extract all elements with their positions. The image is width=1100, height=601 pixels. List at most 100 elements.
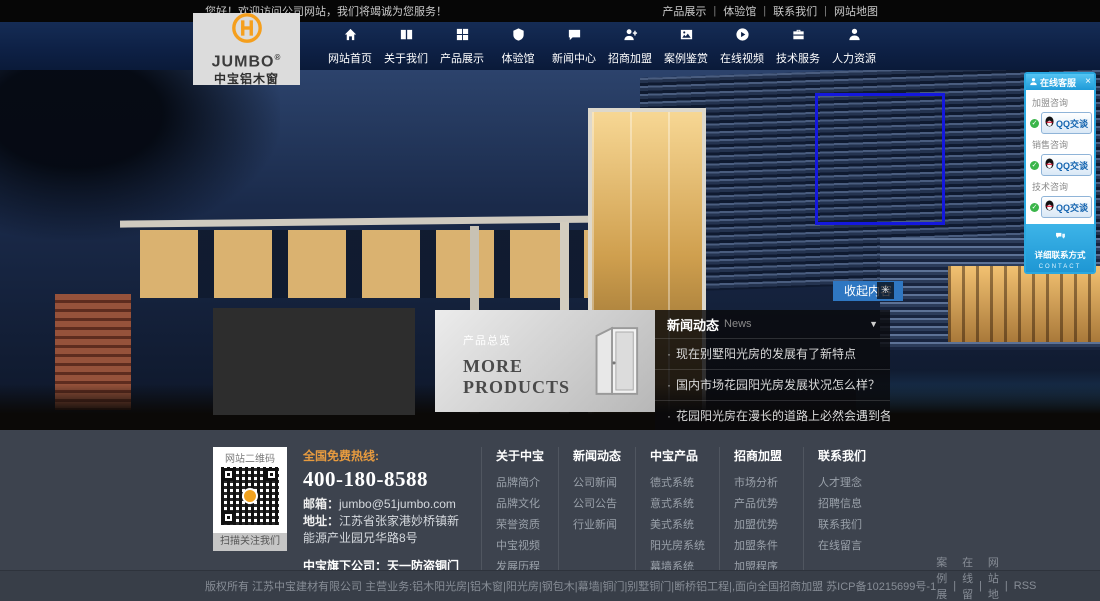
play-icon xyxy=(735,27,750,47)
footer-link[interactable]: 人才理念 xyxy=(818,473,866,494)
logo-reg: ® xyxy=(274,53,281,62)
footer-link[interactable]: 加盟条件 xyxy=(734,536,789,557)
main-nav: 网站首页 关于我们 产品展示 体验馆 新闻中心 招商加盟 xyxy=(0,22,1100,70)
footer-column-join: 招商加盟 市场分析 产品优势 加盟优势 加盟条件 加盟程序 加盟留言 申请表下载 xyxy=(719,447,803,570)
logo-brand: JUMBO® xyxy=(212,50,282,69)
briefcase-icon xyxy=(791,27,806,47)
nav-item-home[interactable]: 网站首页 xyxy=(322,22,378,70)
nav-item-about[interactable]: 关于我们 xyxy=(378,22,434,70)
service-person-icon xyxy=(1029,73,1038,91)
qq-chat-button[interactable]: QQ交谈 xyxy=(1041,112,1092,134)
nav-item-experience[interactable]: 体验馆 xyxy=(490,22,546,70)
online-status-icon: ✓ xyxy=(1030,119,1039,128)
news-item[interactable]: ·花园阳光房在漫长的道路上必然会遇到各种挑战 xyxy=(655,400,890,430)
news-item[interactable]: ·现在别墅阳光房的发展有了新特点 xyxy=(655,338,890,369)
bottom-link-rss[interactable]: RSS xyxy=(1014,580,1037,592)
nav-item-join[interactable]: 招商加盟 xyxy=(602,22,658,70)
footer-link[interactable]: 品牌简介 xyxy=(496,473,544,494)
footer-link[interactable]: 意式系统 xyxy=(650,494,705,515)
nav-item-tech[interactable]: 技术服务 xyxy=(770,22,826,70)
bullet: · xyxy=(667,347,671,361)
nav-label: 产品展示 xyxy=(440,50,484,66)
footer-link[interactable]: 市场分析 xyxy=(734,473,789,494)
footer-link[interactable]: 品牌文化 xyxy=(496,494,544,515)
footer-column-about: 关于中宝 品牌简介 品牌文化 荣誉资质 中宝视频 发展历程 品牌形象 xyxy=(481,447,558,570)
nav-label: 案例鉴赏 xyxy=(664,50,708,66)
footer-link[interactable]: 中宝视频 xyxy=(496,536,544,557)
gear-icon[interactable]: ✳ xyxy=(877,282,894,299)
footer-link[interactable]: 加盟优势 xyxy=(734,515,789,536)
hero-balcony xyxy=(948,266,1100,342)
qr-logo-icon xyxy=(242,488,258,504)
nav-label: 人力资源 xyxy=(832,50,876,66)
top-link-experience[interactable]: 体验馆 xyxy=(723,3,756,19)
footer-link[interactable]: 招聘信息 xyxy=(818,494,866,515)
service-group-label: 加盟咨询 xyxy=(1032,96,1090,109)
contact-caption: CONTACT xyxy=(1028,264,1092,270)
online-service-panel: 在线客服 × 加盟咨询 ✓ QQ交谈 销售咨询 ✓ xyxy=(1024,72,1096,274)
nav-item-video[interactable]: 在线视频 xyxy=(714,22,770,70)
window-illustration-icon xyxy=(583,322,641,405)
footer-link[interactable]: 公司公告 xyxy=(573,494,621,515)
service-group: 加盟咨询 ✓ QQ交谈 xyxy=(1030,96,1090,134)
qq-chat-button[interactable]: QQ交谈 xyxy=(1041,154,1092,176)
qq-chat-button[interactable]: QQ交谈 xyxy=(1041,196,1092,218)
hero-tree-silhouette xyxy=(0,70,280,240)
nav-item-products[interactable]: 产品展示 xyxy=(434,22,490,70)
qr-caption: 扫描关注我们 xyxy=(213,533,287,551)
footer-column-products: 中宝产品 德式系统 意式系统 美式系统 阳光房系统 幕墙系统 断桥铝系统 xyxy=(635,447,719,570)
page: 您好！欢迎访问公司网站，我们将竭诚为您服务！ 产品展示 | 体验馆 | 联系我们… xyxy=(0,0,1100,601)
copyright-text: 版权所有 江苏中宝建材有限公司 主营业务:铝木阳光房|铝木窗|阳光房|钢包木|幕… xyxy=(205,578,936,594)
footer-column-contact: 联系我们 人才理念 招聘信息 联系我们 在线留言 xyxy=(803,447,880,570)
footer-link[interactable]: 行业新闻 xyxy=(573,515,621,536)
service-header: 在线客服 × xyxy=(1026,74,1094,90)
nav-items: 网站首页 关于我们 产品展示 体验馆 新闻中心 招商加盟 xyxy=(322,22,882,70)
footer-contact: 全国免费热线: 400-180-8588 邮箱：jumbo@51jumbo.co… xyxy=(303,447,471,570)
product-dark-panel[interactable] xyxy=(213,308,415,415)
contact-details-button[interactable]: 详细联系方式 CONTACT xyxy=(1026,224,1094,272)
nav-label: 体验馆 xyxy=(502,50,535,66)
company-logo[interactable]: JUMBO® 中宝铝木窗 xyxy=(193,13,300,85)
footer-link[interactable]: 美式系统 xyxy=(650,515,705,536)
separator: | xyxy=(763,5,766,17)
footer-link[interactable]: 联系我们 xyxy=(818,515,866,536)
qr-code xyxy=(221,467,279,525)
news-header: 新闻动态 News ▼ xyxy=(655,310,890,338)
home-icon xyxy=(343,27,358,47)
bottom-link-sitemap[interactable]: 网站地图 xyxy=(988,554,999,601)
bottom-link-message[interactable]: 在线留言 xyxy=(962,554,973,601)
bottom-links: 案例展示 | 在线留言 | 网站地图 | RSS xyxy=(936,554,1036,601)
chevron-down-icon[interactable]: ▼ xyxy=(869,319,878,329)
hotline-number: 400-180-8588 xyxy=(303,467,471,492)
online-status-icon: ✓ xyxy=(1030,203,1039,212)
top-link-contact[interactable]: 联系我们 xyxy=(773,3,817,19)
more-products-panel[interactable]: 产品总览 MORE PRODUCTS xyxy=(435,310,655,412)
footer-link[interactable]: 在线留言 xyxy=(818,536,866,557)
footer-link[interactable]: 荣誉资质 xyxy=(496,515,544,536)
footer-column-title: 联系我们 xyxy=(818,447,866,464)
online-status-icon: ✓ xyxy=(1030,161,1039,170)
footer-link[interactable]: 公司新闻 xyxy=(573,473,621,494)
service-group-label: 技术咨询 xyxy=(1032,180,1090,193)
separator: | xyxy=(824,5,827,17)
news-item[interactable]: ·国内市场花园阳光房发展状况怎么样？ xyxy=(655,369,890,400)
nav-item-cases[interactable]: 案例鉴赏 xyxy=(658,22,714,70)
top-link-products[interactable]: 产品展示 xyxy=(662,3,706,19)
qr-corner xyxy=(222,511,235,524)
add-user-icon xyxy=(623,27,638,47)
logo-emblem-icon xyxy=(230,11,264,50)
nav-item-news[interactable]: 新闻中心 xyxy=(546,22,602,70)
bottom-link-cases[interactable]: 案例展示 xyxy=(936,554,947,601)
hotline-label: 全国免费热线: xyxy=(303,447,471,464)
chat-icon xyxy=(567,27,582,47)
close-icon[interactable]: × xyxy=(1085,77,1091,87)
selection-rectangle xyxy=(815,93,945,225)
footer-link[interactable]: 产品优势 xyxy=(734,494,789,515)
photo-icon xyxy=(679,27,694,47)
nav-item-hr[interactable]: 人力资源 xyxy=(826,22,882,70)
footer-link[interactable]: 德式系统 xyxy=(650,473,705,494)
top-link-sitemap[interactable]: 网站地图 xyxy=(834,3,878,19)
footer-column-title: 关于中宝 xyxy=(496,447,544,464)
footer-link[interactable]: 阳光房系统 xyxy=(650,536,705,557)
nav-label: 在线视频 xyxy=(720,50,764,66)
